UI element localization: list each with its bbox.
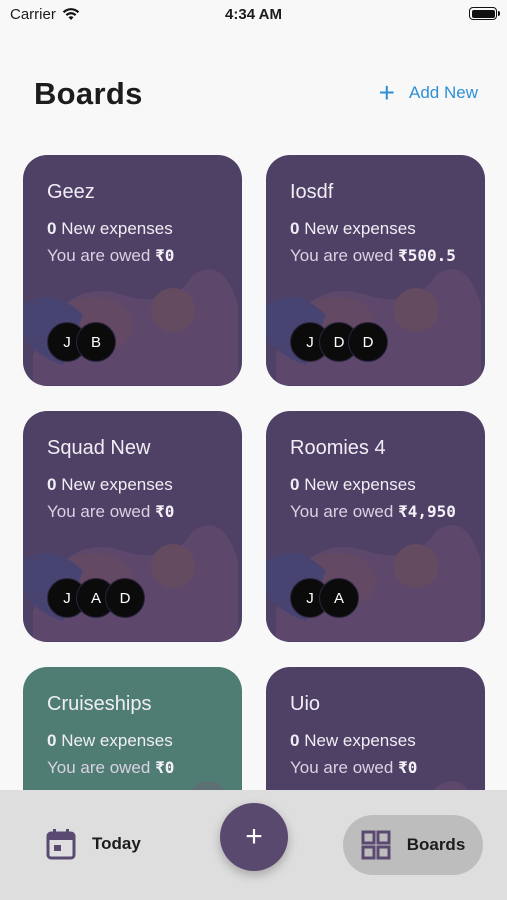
owed-amount: ₹0: [155, 246, 175, 265]
owed-label: You are owed: [47, 246, 151, 265]
status-time: 4:34 AM: [225, 6, 282, 23]
owed-amount: ₹0: [155, 502, 175, 521]
page-title: Boards: [34, 76, 143, 111]
board-name: Squad New: [47, 437, 151, 459]
owed-label: You are owed: [290, 246, 394, 265]
avatar: D: [105, 578, 145, 618]
owed-amount: ₹0: [398, 758, 418, 777]
battery-icon: [469, 7, 500, 20]
avatar: D: [348, 322, 388, 362]
new-expenses-label: New expenses: [304, 731, 416, 750]
new-expenses-label: New expenses: [304, 219, 416, 238]
owed-label: You are owed: [290, 502, 394, 521]
new-expenses-label: New expenses: [304, 475, 416, 494]
plus-icon: +: [378, 77, 396, 108]
new-expenses: 0 New expenses: [290, 731, 416, 751]
plus-icon: +: [245, 820, 263, 853]
owed-amount: ₹4,950: [398, 502, 456, 521]
new-expenses: 0 New expenses: [47, 475, 173, 495]
new-expenses: 0 New expenses: [47, 219, 173, 239]
tab-today[interactable]: Today: [46, 828, 141, 860]
member-avatars: JA: [290, 578, 359, 618]
new-expenses-label: New expenses: [61, 731, 173, 750]
new-expenses: 0 New expenses: [290, 475, 416, 495]
board-card[interactable]: Geez 0 New expenses You are owed ₹0 JB: [23, 155, 242, 386]
owed-line: You are owed ₹0: [47, 756, 227, 779]
new-expenses-label: New expenses: [61, 219, 173, 238]
owed-amount: ₹0: [155, 758, 175, 777]
board-name: Cruiseships: [47, 693, 152, 715]
new-expense-count: 0: [290, 731, 300, 750]
owed-line: You are owed ₹0: [47, 500, 227, 523]
owed-line: You are owed ₹0: [47, 244, 227, 267]
calendar-icon: [46, 829, 76, 860]
new-expense-count: 0: [47, 475, 57, 494]
new-expenses: 0 New expenses: [290, 219, 416, 239]
board-card[interactable]: Squad New 0 New expenses You are owed ₹0…: [23, 411, 242, 642]
owed-line: You are owed ₹4,950: [290, 500, 470, 523]
owed-line: You are owed ₹500.5: [290, 244, 470, 267]
board-name: Roomies 4: [290, 437, 386, 459]
tab-boards[interactable]: Boards: [343, 815, 483, 875]
avatar: A: [319, 578, 359, 618]
tab-boards-label: Boards: [406, 835, 466, 854]
owed-label: You are owed: [47, 502, 151, 521]
member-avatars: JAD: [47, 578, 145, 618]
board-name: Uio: [290, 693, 321, 715]
new-expense-count: 0: [290, 219, 300, 238]
add-expense-fab[interactable]: +: [220, 803, 288, 871]
member-avatars: JB: [47, 322, 116, 362]
new-expense-count: 0: [290, 475, 300, 494]
add-new-button[interactable]: + Add New: [378, 77, 478, 108]
owed-amount: ₹500.5: [398, 246, 456, 265]
member-avatars: JDD: [290, 322, 388, 362]
owed-line: You are owed ₹0: [290, 756, 470, 779]
board-name: Iosdf: [290, 181, 334, 203]
grid-icon: [361, 830, 391, 860]
new-expenses: 0 New expenses: [47, 731, 173, 751]
tab-today-label: Today: [92, 834, 141, 853]
add-new-label: Add New: [409, 83, 478, 102]
owed-label: You are owed: [47, 758, 151, 777]
board-name: Geez: [47, 181, 95, 203]
status-bar: Carrier 4:34 AM: [0, 0, 507, 30]
board-card[interactable]: Iosdf 0 New expenses You are owed ₹500.5…: [266, 155, 485, 386]
board-card[interactable]: Roomies 4 0 New expenses You are owed ₹4…: [266, 411, 485, 642]
new-expense-count: 0: [47, 219, 57, 238]
new-expenses-label: New expenses: [61, 475, 173, 494]
owed-label: You are owed: [290, 758, 394, 777]
new-expense-count: 0: [47, 731, 57, 750]
avatar: B: [76, 322, 116, 362]
